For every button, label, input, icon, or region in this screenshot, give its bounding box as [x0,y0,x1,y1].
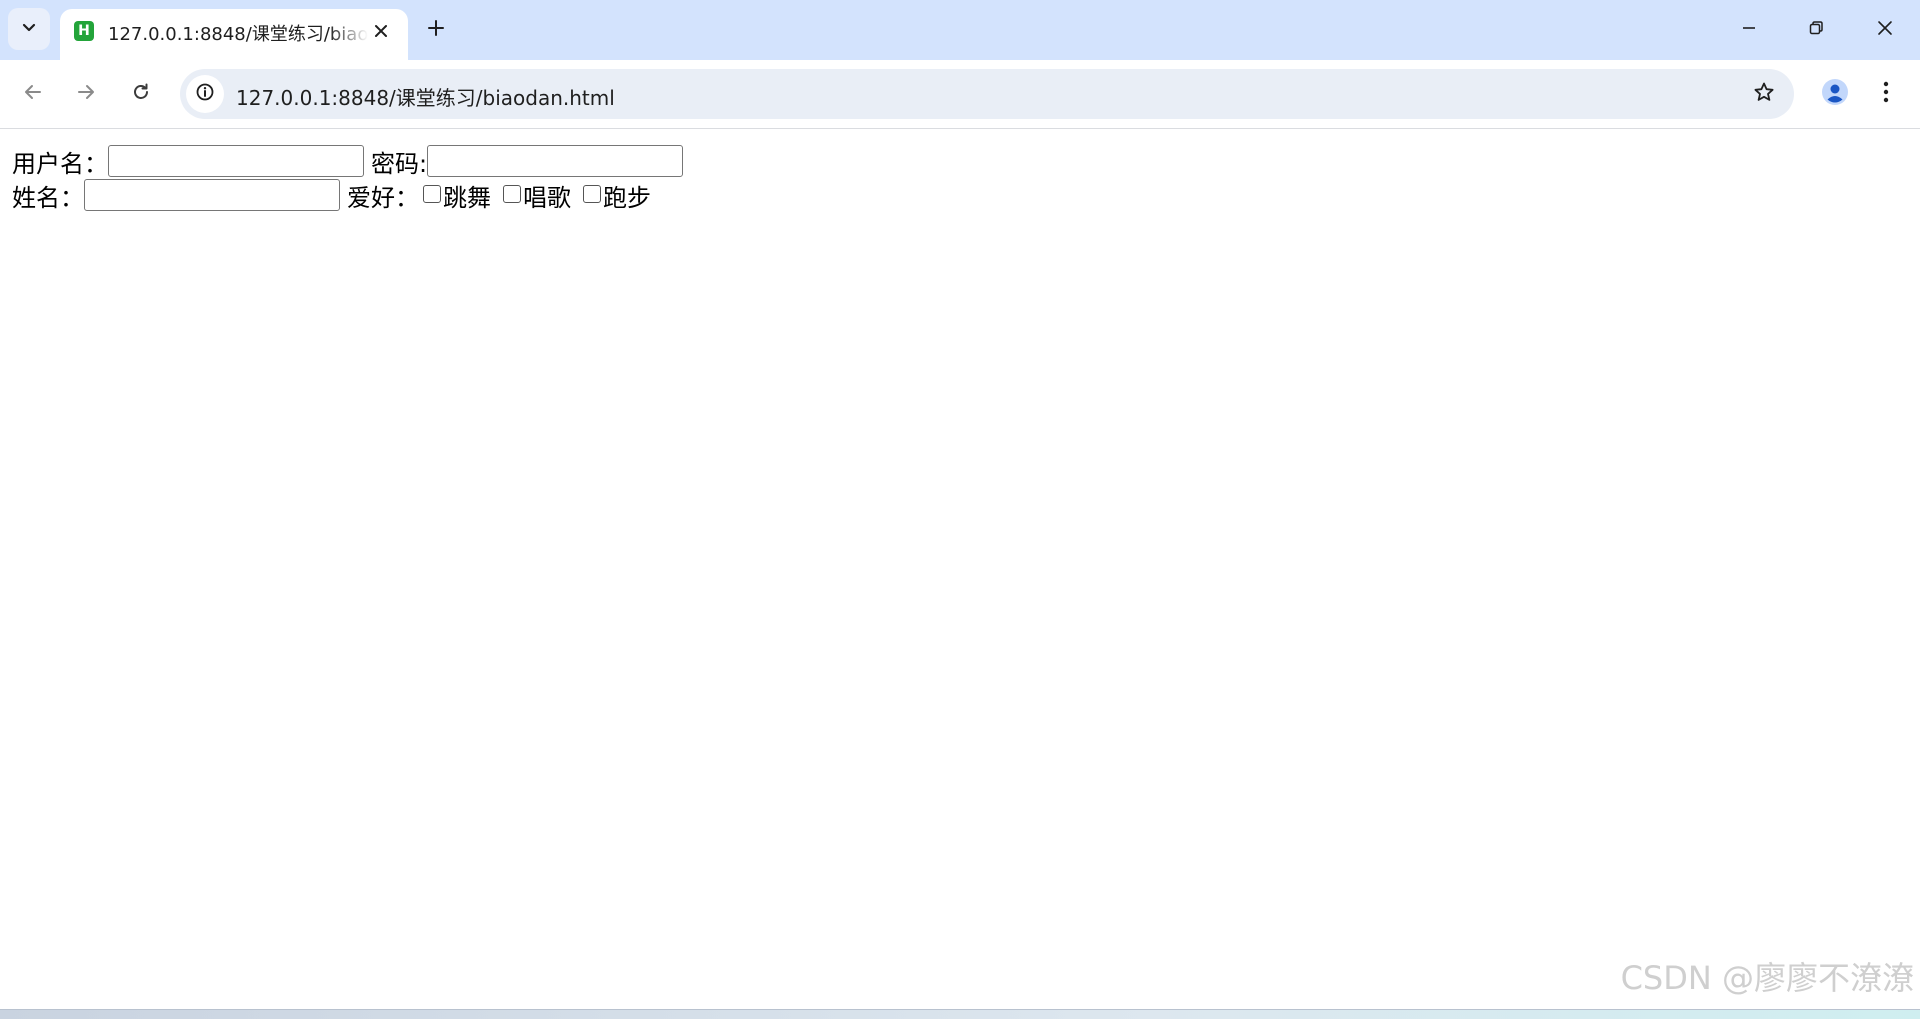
restore-button[interactable] [1793,10,1839,50]
forward-button[interactable] [66,74,106,114]
hobby-sing-checkbox[interactable] [503,185,521,203]
chevron-down-icon [21,19,37,39]
info-icon [195,82,215,106]
restore-icon [1808,20,1824,40]
form-row-account: 用户名： 密码: [12,144,684,178]
back-button[interactable] [13,74,53,114]
arrow-right-icon [76,82,96,106]
form-row-profile: 姓名： 爱好： 跳舞 唱歌 跑步 [12,178,651,212]
password-input[interactable] [427,145,684,177]
reload-icon [131,82,151,106]
username-label: 用户名： [12,149,108,178]
avatar-icon [1821,78,1849,110]
csdn-watermark: CSDN @廖廖不潦潦 [1620,959,1914,997]
minimize-icon [1741,20,1757,40]
hobby-label: 爱好： [347,183,419,212]
close-window-button[interactable] [1862,10,1908,50]
username-input[interactable] [108,145,364,177]
new-tab-button[interactable] [418,12,454,48]
address-bar[interactable]: 127.0.0.1:8848/课堂练习/biaodan.html [180,69,1794,119]
tab-search-button[interactable] [8,8,50,50]
hobby-dance-label: 跳舞 [443,183,491,212]
minimize-button[interactable] [1726,10,1772,50]
browser-menu-button[interactable] [1866,74,1906,114]
close-window-icon [1877,20,1893,40]
page-content: 用户名： 密码: 姓名： 爱好： 跳舞 唱歌 跑步 CSDN @廖廖不潦潦 [0,129,1920,1009]
name-label: 姓名： [12,183,84,212]
browser-toolbar: 127.0.0.1:8848/课堂练习/biaodan.html [0,60,1920,129]
arrow-left-icon [23,82,43,106]
hbuilder-favicon-icon: H [74,21,94,41]
hobby-run-checkbox[interactable] [583,185,601,203]
name-input[interactable] [84,179,340,211]
more-vertical-icon [1883,81,1889,107]
bookmark-button[interactable] [1746,76,1782,112]
hobby-dance-checkbox[interactable] [423,185,441,203]
hobby-run-label: 跑步 [603,183,651,212]
tab-title: 127.0.0.1:8848/课堂练习/biaodan.html [108,24,368,45]
hobby-sing-label: 唱歌 [523,183,571,212]
close-icon [374,23,388,42]
site-info-button[interactable] [186,75,224,113]
star-icon [1753,81,1775,107]
url-text[interactable]: 127.0.0.1:8848/课堂练习/biaodan.html [236,82,615,111]
reload-button[interactable] [121,74,161,114]
tab-close-button[interactable] [368,19,394,45]
tab-strip: H 127.0.0.1:8848/课堂练习/biaodan.html [0,0,1920,60]
plus-icon [427,19,445,41]
profile-button[interactable] [1815,74,1855,114]
active-tab[interactable]: H 127.0.0.1:8848/课堂练习/biaodan.html [60,9,408,60]
password-label: 密码: [371,149,428,178]
